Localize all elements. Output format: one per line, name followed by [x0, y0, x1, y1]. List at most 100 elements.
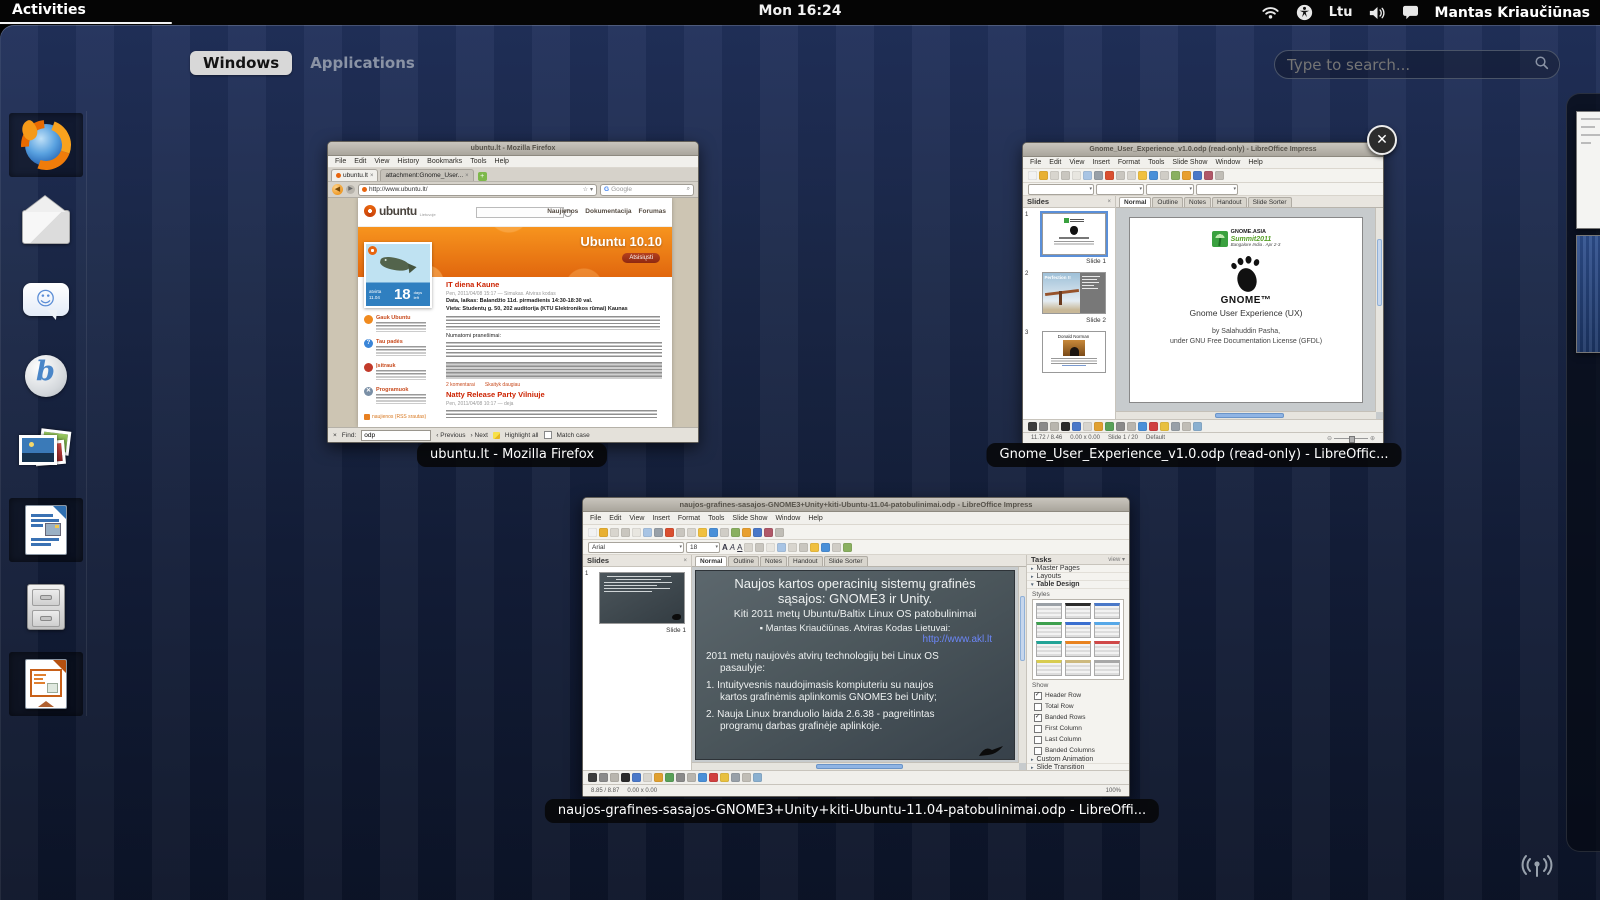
tab-close-icon[interactable]: ×	[465, 173, 469, 179]
accessibility-icon[interactable]	[1296, 4, 1313, 21]
slide-thumbnail-1[interactable]	[1042, 213, 1106, 255]
sidebar-item[interactable]: Įsitrauk	[364, 363, 438, 380]
menu-item[interactable]: Insert	[648, 515, 674, 522]
table-style-swatch[interactable]	[1065, 641, 1091, 657]
panel-close-icon[interactable]: ×	[683, 558, 687, 564]
menu-item[interactable]: Format	[674, 515, 704, 522]
clock[interactable]: Mon 16:24	[759, 3, 842, 19]
menu-item[interactable]: Insert	[1088, 159, 1114, 166]
menu-item[interactable]: Bookmarks	[423, 158, 466, 165]
dock-item-shotwell[interactable]	[9, 421, 83, 485]
toolbar-icon[interactable]	[731, 528, 740, 537]
format-icon[interactable]	[810, 543, 819, 552]
table-style-swatch[interactable]	[1094, 622, 1120, 638]
draw-tool-icon[interactable]	[1116, 422, 1125, 431]
draw-tool-icon[interactable]	[1182, 422, 1191, 431]
search-box[interactable]	[1274, 50, 1560, 79]
draw-tool-icon[interactable]	[1138, 422, 1147, 431]
toolbar-icon[interactable]	[1116, 171, 1125, 180]
draw-tool-icon[interactable]	[599, 773, 608, 782]
draw-tool-icon[interactable]	[1061, 422, 1070, 431]
view-tab-slide-sorter[interactable]: Slide Sorter	[824, 556, 868, 566]
format-icon[interactable]	[788, 543, 797, 552]
toolbar-icon[interactable]	[742, 528, 751, 537]
vertical-scrollbar[interactable]	[1375, 208, 1383, 412]
vertical-scrollbar[interactable]	[1018, 567, 1026, 763]
toolbar-icon[interactable]	[610, 528, 619, 537]
format-icon[interactable]	[777, 543, 786, 552]
toolbar-icon[interactable]	[1094, 171, 1103, 180]
search-engine-bar[interactable]: G Google ⌕	[600, 184, 694, 196]
draw-tool-icon[interactable]	[720, 773, 729, 782]
toolbar-icon[interactable]	[775, 528, 784, 537]
find-next-button[interactable]: › Next	[471, 432, 488, 439]
bookmark-star-icon[interactable]: ☆	[583, 186, 588, 193]
window-thumbnail-impress-gnome-ux[interactable]: Gnome_User_Experience_v1.0.odp (read-onl…	[1022, 142, 1384, 444]
draw-tool-icon[interactable]	[1072, 422, 1081, 431]
draw-tool-icon[interactable]	[632, 773, 641, 782]
slide-thumbnail-3[interactable]: Donald Norman	[1042, 331, 1106, 373]
dock-item-files[interactable]	[9, 575, 83, 639]
checkbox-header-row[interactable]	[1034, 692, 1042, 700]
format-icon[interactable]	[821, 543, 830, 552]
draw-tool-icon[interactable]	[698, 773, 707, 782]
toolbar-icon[interactable]	[1072, 171, 1081, 180]
toolbar-icon[interactable]	[764, 528, 773, 537]
combo-box[interactable]	[1196, 184, 1238, 195]
wifi-icon[interactable]	[1261, 5, 1280, 20]
workspace-thumbnail-2[interactable]	[1576, 235, 1600, 353]
draw-tool-icon[interactable]	[654, 773, 663, 782]
menu-item[interactable]: Tools	[466, 158, 490, 165]
draw-tool-icon[interactable]	[1050, 422, 1059, 431]
forward-button[interactable]: ▶	[346, 185, 355, 194]
table-style-swatch[interactable]	[1094, 641, 1120, 657]
draw-tool-icon[interactable]	[1083, 422, 1092, 431]
toolbar-icon[interactable]	[1182, 171, 1191, 180]
search-input[interactable]	[1285, 55, 1534, 75]
tab-windows[interactable]: Windows	[190, 51, 292, 75]
nav-link[interactable]: Dokumentacija	[585, 208, 631, 215]
volume-icon[interactable]	[1369, 6, 1386, 20]
menu-item[interactable]: View	[1065, 159, 1088, 166]
draw-tool-icon[interactable]	[1127, 422, 1136, 431]
toolbar-icon[interactable]	[676, 528, 685, 537]
table-style-swatch[interactable]	[1036, 641, 1062, 657]
url-dropdown-icon[interactable]: ▾	[590, 186, 593, 193]
draw-tool-icon[interactable]	[1149, 422, 1158, 431]
toolbar-icon[interactable]	[588, 528, 597, 537]
toolbar-icon[interactable]	[1160, 171, 1169, 180]
checkbox-first-column[interactable]	[1034, 725, 1042, 733]
underline-icon[interactable]: A	[737, 543, 742, 552]
view-tab-normal[interactable]: Normal	[1119, 197, 1151, 207]
checkbox-last-column[interactable]	[1034, 736, 1042, 744]
slide-link[interactable]: http://www.akl.lt	[696, 634, 1014, 645]
bold-icon[interactable]: A	[722, 543, 728, 552]
format-icon[interactable]	[766, 543, 775, 552]
keyboard-layout-indicator[interactable]: Ltu	[1329, 5, 1353, 20]
horizontal-scrollbar[interactable]	[1116, 411, 1376, 419]
article-title[interactable]: IT diena Kaune	[446, 280, 664, 289]
user-menu[interactable]: Mantas Kriaučiūnas	[1435, 5, 1590, 21]
browser-tab-active[interactable]: ubuntu.lt ×	[331, 169, 378, 181]
toolbar-icon[interactable]	[643, 528, 652, 537]
view-tab-outline[interactable]: Outline	[1152, 197, 1183, 207]
table-style-swatch[interactable]	[1065, 603, 1091, 619]
nav-link[interactable]: Naujienos	[547, 208, 578, 215]
format-icon[interactable]	[843, 543, 852, 552]
panel-close-icon[interactable]: ×	[1107, 199, 1111, 205]
highlight-all-button[interactable]: Highlight all	[505, 432, 539, 439]
menu-item[interactable]: Edit	[350, 158, 370, 165]
toolbar-icon[interactable]	[1039, 171, 1048, 180]
workspace-thumbnail-1[interactable]	[1576, 111, 1600, 229]
menu-item[interactable]: Window	[771, 515, 804, 522]
magnifier-icon[interactable]: ⌕	[687, 186, 690, 193]
menu-item[interactable]: Slide Show	[728, 515, 771, 522]
tasks-section-table-design[interactable]: ▾Table Design	[1027, 581, 1129, 589]
toolbar-icon[interactable]	[665, 528, 674, 537]
draw-tool-icon[interactable]	[1160, 422, 1169, 431]
ubuntu-logo[interactable]: ubuntu Lietuvoje	[364, 204, 436, 218]
menu-item[interactable]: Format	[1114, 159, 1144, 166]
toolbar-icon[interactable]	[1193, 171, 1202, 180]
nav-link[interactable]: Forumas	[639, 208, 666, 215]
table-style-swatch[interactable]	[1094, 660, 1120, 676]
